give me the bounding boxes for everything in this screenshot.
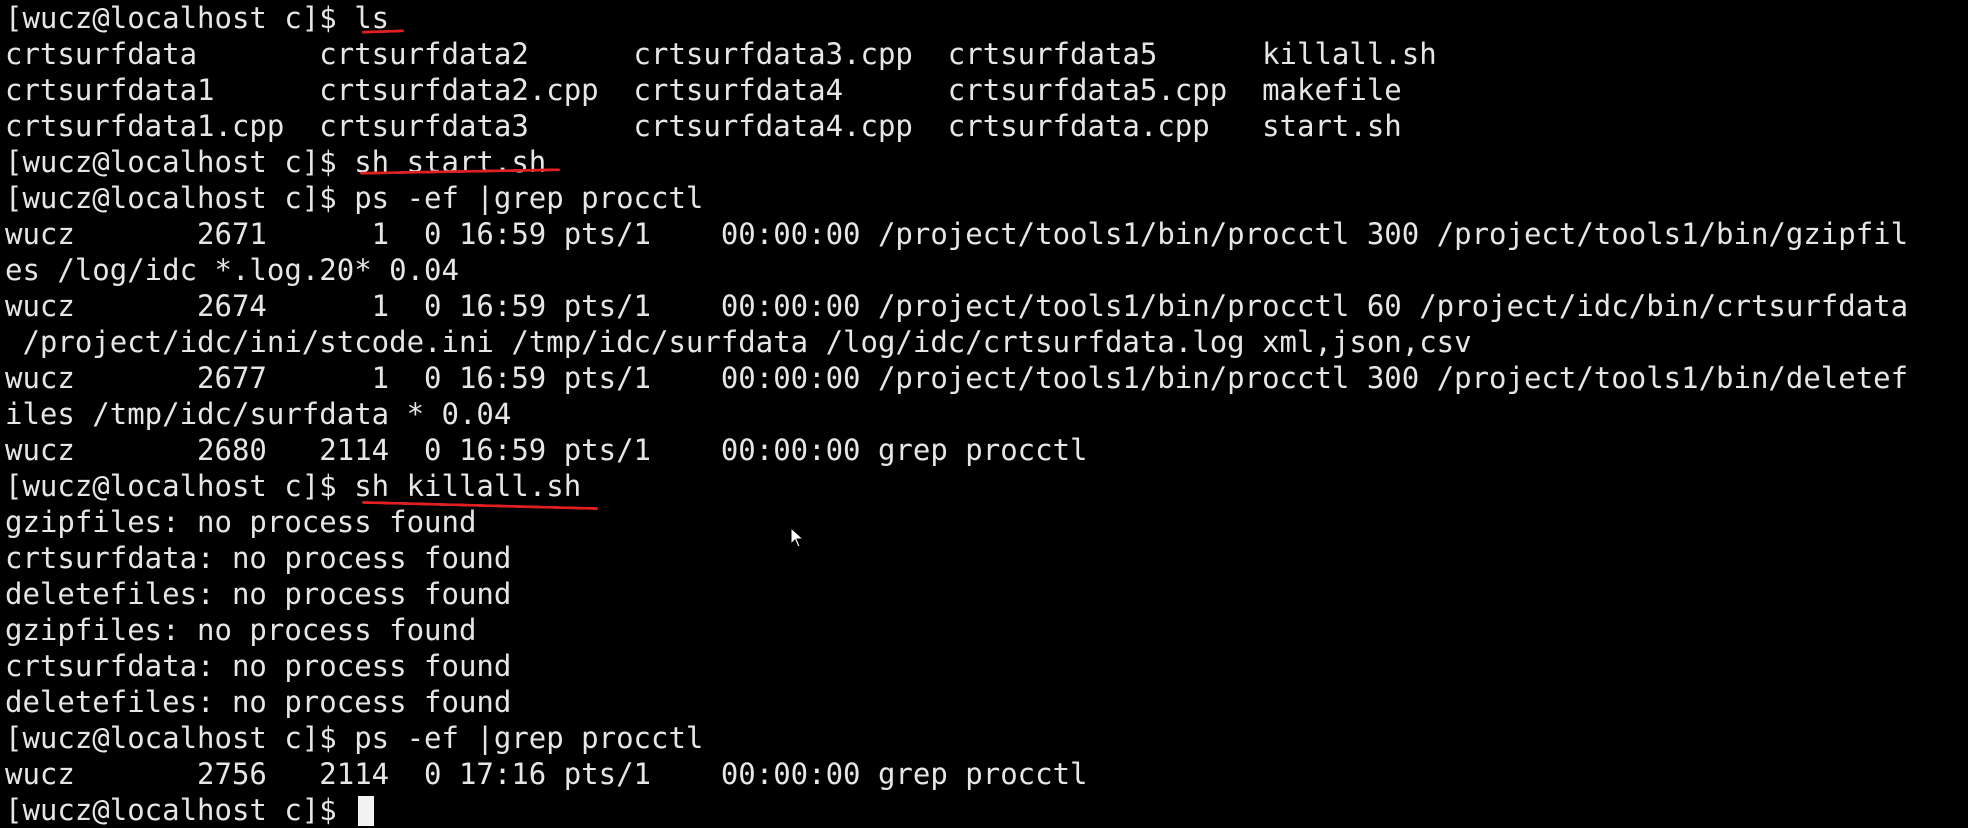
terminal-line: crtsurfdata crtsurfdata2 crtsurfdata3.cp… — [5, 37, 1437, 71]
terminal-line: es /log/idc *.log.20* 0.04 — [5, 253, 459, 287]
terminal-line: wucz 2680 2114 0 16:59 pts/1 00:00:00 gr… — [5, 433, 1088, 467]
terminal-line: crtsurfdata1.cpp crtsurfdata3 crtsurfdat… — [5, 109, 1402, 143]
terminal-line: gzipfiles: no process found — [5, 505, 477, 539]
terminal-line: deletefiles: no process found — [5, 685, 512, 719]
terminal-line: wucz 2677 1 0 16:59 pts/1 00:00:00 /proj… — [5, 361, 1909, 395]
terminal-line: [wucz@localhost c]$ sh killall.sh — [5, 468, 1968, 504]
terminal-line: wucz 2674 1 0 16:59 pts/1 00:00:00 /proj… — [5, 289, 1909, 323]
shell-command: ps -ef |grep procctl — [354, 721, 704, 755]
shell-prompt: [wucz@localhost c]$ — [5, 721, 355, 755]
shell-command: sh killall.sh — [354, 469, 582, 503]
terminal-line: crtsurfdata: no process found — [5, 541, 512, 575]
shell-command: ps -ef |grep procctl — [354, 181, 704, 215]
terminal-line: crtsurfdata: no process found — [5, 649, 512, 683]
terminal-line: crtsurfdata1 crtsurfdata2.cpp crtsurfdat… — [5, 73, 1402, 107]
shell-prompt: [wucz@localhost c]$ — [5, 793, 355, 827]
terminal-line: deletefiles: no process found — [5, 577, 512, 611]
shell-prompt: [wucz@localhost c]$ — [5, 145, 355, 179]
shell-prompt: [wucz@localhost c]$ — [5, 1, 355, 35]
text-cursor-icon — [358, 796, 375, 826]
shell-command: sh start.sh — [354, 145, 547, 179]
shell-command: ls — [354, 1, 390, 35]
terminal-line: gzipfiles: no process found — [5, 613, 477, 647]
shell-prompt: [wucz@localhost c]$ — [5, 181, 355, 215]
terminal-line: [wucz@localhost c]$ sh start.sh — [5, 144, 1968, 180]
terminal-line: iles /tmp/idc/surfdata * 0.04 — [5, 397, 512, 431]
terminal-line: [wucz@localhost c]$ ps -ef |grep procctl — [5, 180, 1968, 216]
terminal-input-line[interactable]: [wucz@localhost c]$ — [5, 792, 1968, 828]
terminal-line: [wucz@localhost c]$ ls — [5, 0, 1968, 36]
terminal-line: /project/idc/ini/stcode.ini /tmp/idc/sur… — [5, 325, 1472, 359]
terminal-line: wucz 2671 1 0 16:59 pts/1 00:00:00 /proj… — [5, 217, 1909, 251]
mouse-pointer-icon — [790, 527, 805, 548]
shell-prompt: [wucz@localhost c]$ — [5, 469, 355, 503]
terminal-line: [wucz@localhost c]$ ps -ef |grep procctl — [5, 720, 1968, 756]
terminal-line: wucz 2756 2114 0 17:16 pts/1 00:00:00 gr… — [5, 757, 1088, 791]
terminal-window[interactable]: [wucz@localhost c]$ ls crtsurfdata crtsu… — [0, 0, 1968, 827]
